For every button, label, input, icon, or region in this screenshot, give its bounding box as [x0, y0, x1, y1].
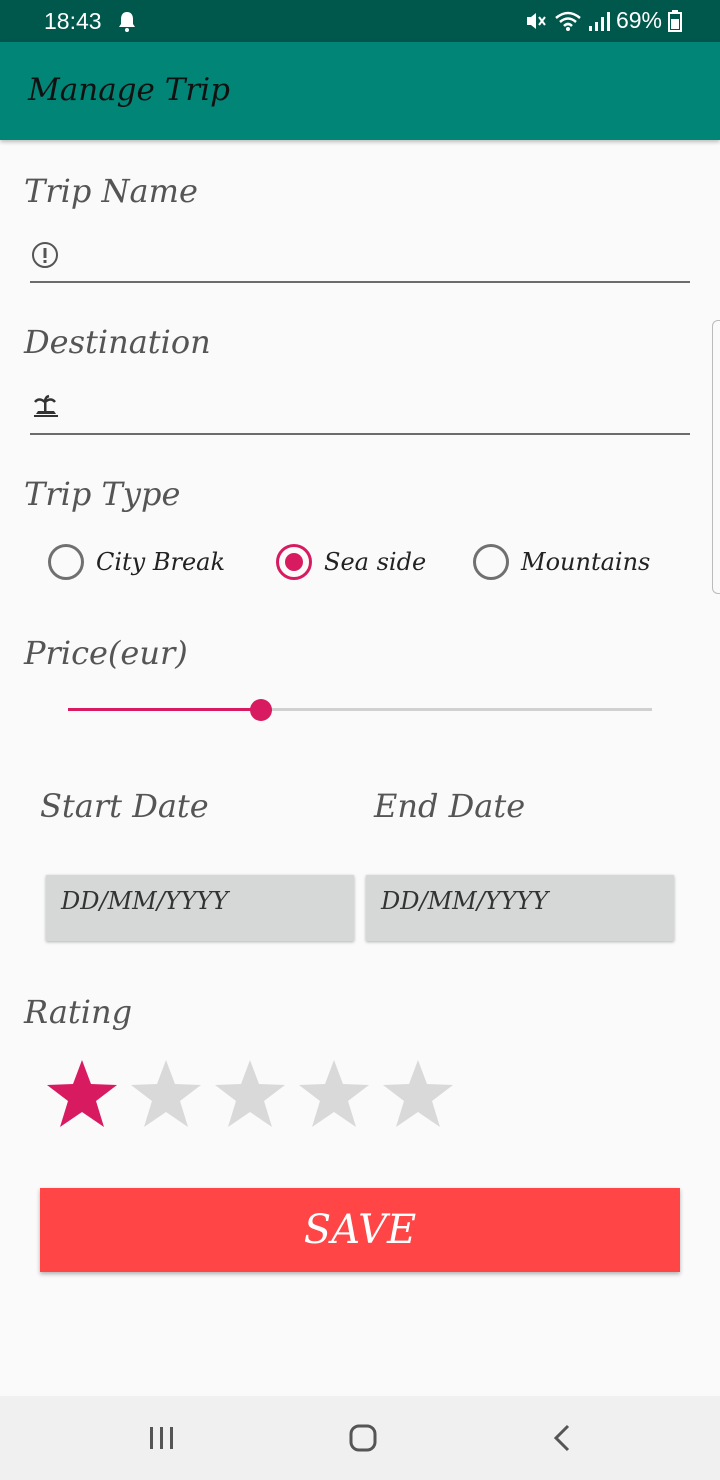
start-date-label: Start Date — [40, 787, 209, 825]
rating-label: Rating — [24, 993, 133, 1031]
battery-icon — [668, 9, 682, 32]
end-date-label: End Date — [374, 787, 526, 825]
battery-percent: 69% — [615, 7, 662, 33]
trip-type-label: Trip Type — [24, 475, 181, 513]
destination-underline — [30, 433, 690, 435]
page-title: Manage Trip — [28, 72, 230, 108]
mute-icon — [526, 12, 546, 29]
trip-type-radio-group: City Break Sea side Mountains — [48, 544, 668, 586]
destination-label: Destination — [24, 323, 211, 361]
radio-button[interactable] — [48, 544, 84, 580]
signal-icon — [588, 11, 610, 31]
status-bar: 18:43 69% — [0, 0, 720, 42]
price-slider[interactable] — [68, 690, 652, 730]
status-icons: 69% — [524, 7, 682, 34]
slider-fill — [68, 708, 261, 711]
app-bar: Manage Trip — [0, 42, 720, 140]
end-date-placeholder: DD/MM/YYYY — [381, 887, 549, 915]
trip-name-input[interactable] — [30, 236, 690, 280]
radio-button-selected[interactable] — [276, 544, 312, 580]
trip-name-underline — [30, 281, 690, 283]
star-filled-icon[interactable] — [44, 1056, 120, 1132]
price-label: Price(eur) — [24, 634, 188, 672]
home-icon[interactable] — [343, 1418, 383, 1458]
star-empty-icon[interactable] — [212, 1056, 288, 1132]
radio-label: Mountains — [521, 548, 651, 576]
notification-icon — [119, 12, 135, 32]
star-empty-icon[interactable] — [296, 1056, 372, 1132]
radio-label: City Break — [96, 548, 226, 576]
radio-button[interactable] — [473, 544, 509, 580]
radio-sea-side[interactable]: Sea side — [276, 544, 426, 580]
recent-apps-icon[interactable] — [142, 1418, 182, 1458]
slider-thumb[interactable] — [249, 699, 272, 721]
star-empty-icon[interactable] — [128, 1056, 204, 1132]
wifi-icon — [555, 11, 581, 31]
radio-label: Sea side — [324, 548, 427, 576]
rating-bar[interactable] — [44, 1056, 464, 1136]
status-time: 18:43 — [44, 8, 102, 34]
radio-mountains[interactable]: Mountains — [473, 544, 650, 580]
star-empty-icon[interactable] — [380, 1056, 456, 1132]
scroll-indicator — [712, 320, 720, 594]
destination-input[interactable] — [30, 388, 690, 432]
trip-name-label: Trip Name — [24, 172, 198, 210]
save-button[interactable]: SAVE — [40, 1188, 680, 1272]
radio-city-break[interactable]: City Break — [48, 544, 225, 580]
nav-bar — [0, 1396, 720, 1480]
back-icon[interactable] — [544, 1418, 584, 1458]
start-date-placeholder: DD/MM/YYYY — [61, 887, 229, 915]
end-date-field[interactable]: DD/MM/YYYY — [366, 875, 674, 941]
start-date-field[interactable]: DD/MM/YYYY — [46, 875, 354, 941]
